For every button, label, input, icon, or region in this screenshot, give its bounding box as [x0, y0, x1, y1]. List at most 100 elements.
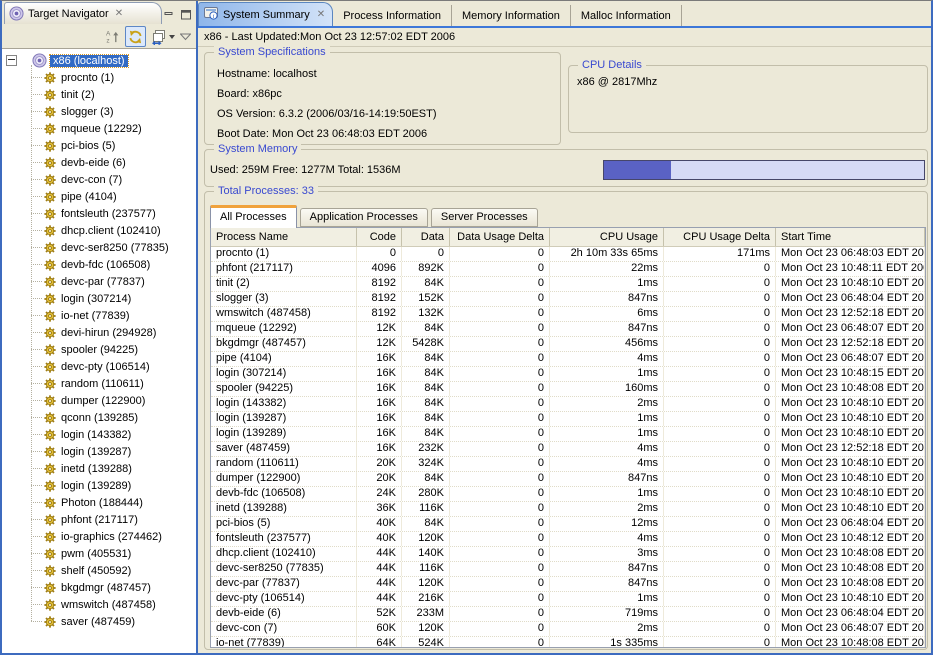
- table-row[interactable]: login (139287) 16K 84K 0 1ms 0 Mon Oct 2…: [211, 412, 925, 427]
- column-header-cpu-usage[interactable]: CPU Usage: [550, 228, 664, 246]
- column-header-process-name[interactable]: Process Name: [211, 228, 357, 246]
- cell-cpu-usage: 160ms: [550, 382, 664, 396]
- tab-process-information[interactable]: Process Information: [333, 5, 452, 26]
- tree-item-label: shelf (450592): [61, 565, 131, 577]
- table-row[interactable]: dhcp.client (102410) 44K 140K 0 3ms 0 Mo…: [211, 547, 925, 562]
- collapse-icon[interactable]: [6, 55, 17, 66]
- tree-item[interactable]: mqueue (12292): [2, 120, 196, 137]
- tree-item[interactable]: pwm (405531): [2, 545, 196, 562]
- table-row[interactable]: procnto (1) 0 0 0 2h 10m 33s 65ms 171ms …: [211, 247, 925, 262]
- tree-item[interactable]: devc-pty (106514): [2, 358, 196, 375]
- tree-item[interactable]: devi-hirun (294928): [2, 324, 196, 341]
- tree-item[interactable]: devb-fdc (106508): [2, 256, 196, 273]
- tree-item[interactable]: login (307214): [2, 290, 196, 307]
- tree-item[interactable]: Photon (188444): [2, 494, 196, 511]
- table-row[interactable]: devc-par (77837) 44K 120K 0 847ns 0 Mon …: [211, 577, 925, 592]
- svg-text:A: A: [106, 31, 111, 38]
- column-header-code[interactable]: Code: [357, 228, 402, 246]
- view-close-icon[interactable]: ✕: [115, 9, 123, 19]
- table-row[interactable]: bkgdmgr (487457) 12K 5428K 0 456ms 0 Mon…: [211, 337, 925, 352]
- column-header-cpu-usage-delta[interactable]: CPU Usage Delta: [664, 228, 776, 246]
- table-row[interactable]: saver (487459) 16K 232K 0 4ms 0 Mon Oct …: [211, 442, 925, 457]
- tree-item[interactable]: saver (487459): [2, 613, 196, 630]
- tree-item[interactable]: dhcp.client (102410): [2, 222, 196, 239]
- tree-root-label[interactable]: x86 (localhost): [50, 55, 128, 67]
- cell-data: 84K: [402, 472, 450, 486]
- switch-target-icon[interactable]: [151, 27, 175, 46]
- minimize-icon[interactable]: [164, 5, 174, 24]
- tree-item[interactable]: spooler (94225): [2, 341, 196, 358]
- tree-item[interactable]: login (139289): [2, 477, 196, 494]
- target-navigator-tab[interactable]: Target Navigator ✕: [4, 2, 162, 24]
- table-row[interactable]: tinit (2) 8192 84K 0 1ms 0 Mon Oct 23 10…: [211, 277, 925, 292]
- table-row[interactable]: devc-ser8250 (77835) 44K 116K 0 847ns 0 …: [211, 562, 925, 577]
- table-row[interactable]: mqueue (12292) 12K 84K 0 847ns 0 Mon Oct…: [211, 322, 925, 337]
- tree-item[interactable]: shelf (450592): [2, 562, 196, 579]
- tree-item-label: saver (487459): [61, 616, 135, 628]
- tree-item[interactable]: devb-eide (6): [2, 154, 196, 171]
- tree-item[interactable]: inetd (139288): [2, 460, 196, 477]
- column-header-start-time[interactable]: Start Time: [776, 228, 925, 246]
- table-row[interactable]: inetd (139288) 36K 116K 0 2ms 0 Mon Oct …: [211, 502, 925, 517]
- cell-start-time: Mon Oct 23 10:48:10 EDT 2006: [776, 277, 925, 291]
- cell-code: 44K: [357, 562, 402, 576]
- sort-az-icon[interactable]: A z: [105, 27, 120, 46]
- tree-item[interactable]: qconn (139285): [2, 409, 196, 426]
- cell-process-name: wmswitch (487458): [211, 307, 357, 321]
- tree-item[interactable]: procnto (1): [2, 69, 196, 86]
- table-row[interactable]: devb-fdc (106508) 24K 280K 0 1ms 0 Mon O…: [211, 487, 925, 502]
- tree-item[interactable]: phfont (217117): [2, 511, 196, 528]
- tree-item[interactable]: tinit (2): [2, 86, 196, 103]
- tree-item[interactable]: random (110611): [2, 375, 196, 392]
- tree-item[interactable]: login (143382): [2, 426, 196, 443]
- tree-item[interactable]: io-net (77839): [2, 307, 196, 324]
- tab-memory-information[interactable]: Memory Information: [452, 5, 571, 26]
- table-row[interactable]: wmswitch (487458) 8192 132K 0 6ms 0 Mon …: [211, 307, 925, 322]
- tab-malloc-information[interactable]: Malloc Information: [571, 5, 682, 26]
- tree-item[interactable]: bkgdmgr (487457): [2, 579, 196, 596]
- refresh-icon[interactable]: [125, 26, 146, 47]
- column-header-data[interactable]: Data: [402, 228, 450, 246]
- tree-item[interactable]: fontsleuth (237577): [2, 205, 196, 222]
- tab-close-icon[interactable]: ✕: [317, 10, 325, 20]
- cell-cpu-usage: 4ms: [550, 532, 664, 546]
- tree-item[interactable]: slogger (3): [2, 103, 196, 120]
- table-row[interactable]: pci-bios (5) 40K 84K 0 12ms 0 Mon Oct 23…: [211, 517, 925, 532]
- tree-item[interactable]: wmswitch (487458): [2, 596, 196, 613]
- tab-server-processes[interactable]: Server Processes: [431, 208, 538, 227]
- tree-item[interactable]: dumper (122900): [2, 392, 196, 409]
- tree-item[interactable]: pipe (4104): [2, 188, 196, 205]
- column-header-data-usage-delta[interactable]: Data Usage Delta: [450, 228, 550, 246]
- tab-all-processes[interactable]: All Processes: [210, 205, 297, 228]
- view-menu-icon[interactable]: [180, 27, 191, 46]
- tab-system-summary[interactable]: i System Summary ✕: [198, 2, 333, 26]
- table-row[interactable]: fontsleuth (237577) 40K 120K 0 4ms 0 Mon…: [211, 532, 925, 547]
- table-row[interactable]: dumper (122900) 20K 84K 0 847ns 0 Mon Oc…: [211, 472, 925, 487]
- tree-item[interactable]: io-graphics (274462): [2, 528, 196, 545]
- cell-code: 52K: [357, 607, 402, 621]
- table-row[interactable]: login (143382) 16K 84K 0 2ms 0 Mon Oct 2…: [211, 397, 925, 412]
- table-row[interactable]: devb-eide (6) 52K 233M 0 719ms 0 Mon Oct…: [211, 607, 925, 622]
- tree-item[interactable]: login (139287): [2, 443, 196, 460]
- tree-item[interactable]: devc-par (77837): [2, 273, 196, 290]
- table-row[interactable]: pipe (4104) 16K 84K 0 4ms 0 Mon Oct 23 0…: [211, 352, 925, 367]
- cell-process-name: dhcp.client (102410): [211, 547, 357, 561]
- table-row[interactable]: devc-con (7) 60K 120K 0 2ms 0 Mon Oct 23…: [211, 622, 925, 637]
- tab-application-processes[interactable]: Application Processes: [300, 208, 428, 227]
- table-row[interactable]: phfont (217117) 4096 892K 0 22ms 0 Mon O…: [211, 262, 925, 277]
- table-row[interactable]: random (110611) 20K 324K 0 4ms 0 Mon Oct…: [211, 457, 925, 472]
- process-gear-icon: [44, 72, 56, 84]
- maximize-icon[interactable]: [181, 5, 191, 24]
- table-row[interactable]: spooler (94225) 16K 84K 0 160ms 0 Mon Oc…: [211, 382, 925, 397]
- tree-item[interactable]: devc-ser8250 (77835): [2, 239, 196, 256]
- cell-data-usage-delta: 0: [450, 307, 550, 321]
- cpu-value: x86 @ 2817Mhz: [577, 76, 927, 88]
- table-row[interactable]: login (307214) 16K 84K 0 1ms 0 Mon Oct 2…: [211, 367, 925, 382]
- tree-item[interactable]: pci-bios (5): [2, 137, 196, 154]
- table-row[interactable]: login (139289) 16K 84K 0 1ms 0 Mon Oct 2…: [211, 427, 925, 442]
- cell-data-usage-delta: 0: [450, 457, 550, 471]
- table-row[interactable]: slogger (3) 8192 152K 0 847ns 0 Mon Oct …: [211, 292, 925, 307]
- tree-item[interactable]: devc-con (7): [2, 171, 196, 188]
- table-row[interactable]: devc-pty (106514) 44K 216K 0 1ms 0 Mon O…: [211, 592, 925, 607]
- table-row[interactable]: io-net (77839) 64K 524K 0 1s 335ms 0 Mon…: [211, 637, 925, 647]
